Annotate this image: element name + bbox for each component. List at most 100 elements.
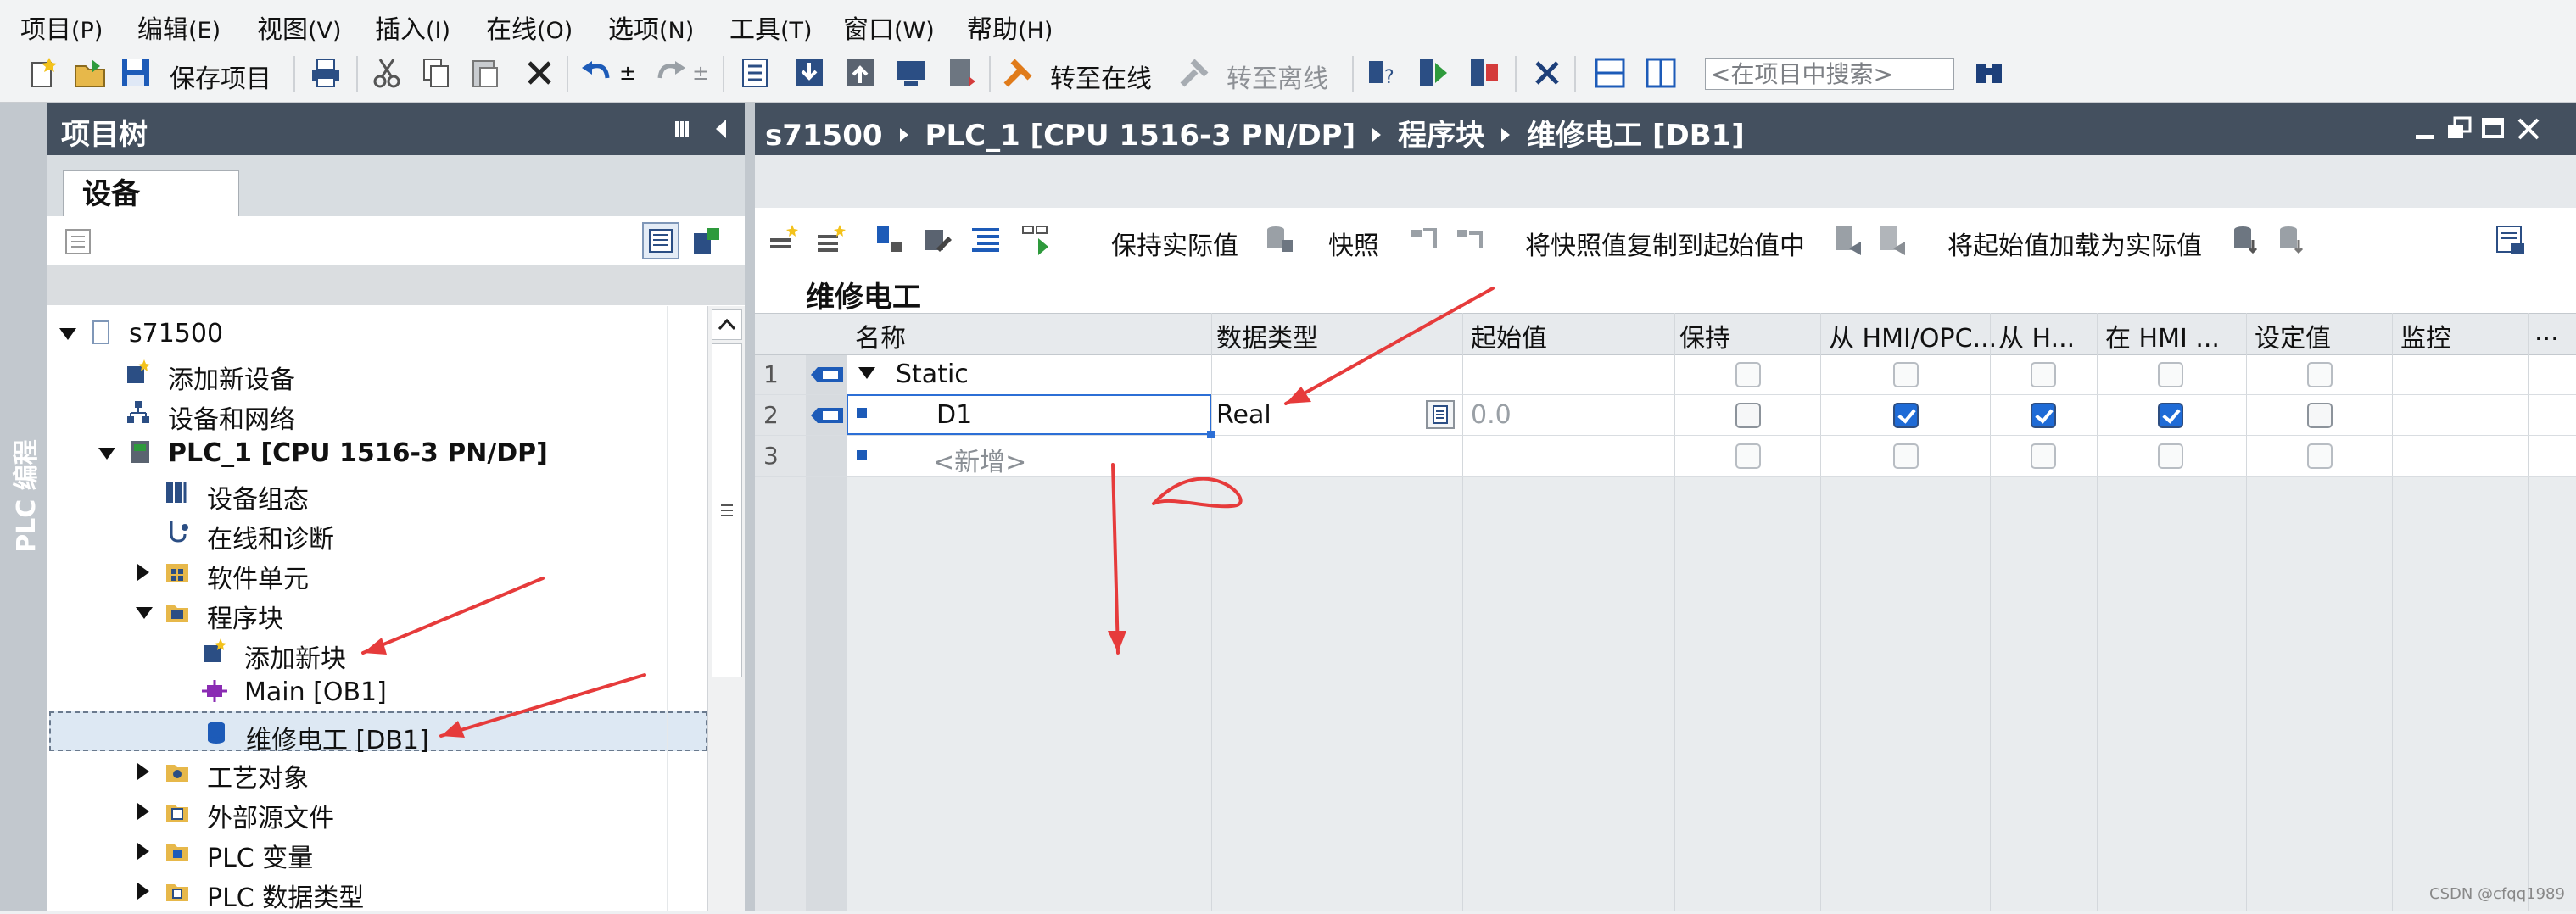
redo-icon[interactable] <box>653 56 687 90</box>
menu-window[interactable]: 窗口(W) <box>843 8 935 46</box>
breadcrumb-program-blocks[interactable]: 程序块 <box>1398 119 1484 153</box>
split-horizontal-icon[interactable] <box>1593 56 1627 90</box>
copy-snapshot-to-start-button[interactable]: 将快照值复制到起始值中 <box>1525 225 1805 262</box>
start-cpu-icon[interactable] <box>945 56 979 90</box>
compile-icon[interactable] <box>738 56 772 90</box>
snapshot-to-start-icon[interactable] <box>1408 223 1442 257</box>
plc-programming-tab[interactable]: PLC 编程 <box>0 425 47 560</box>
collapse-panel-icon[interactable] <box>709 116 735 142</box>
add-row-icon[interactable] <box>814 223 848 257</box>
save-project-icon[interactable] <box>119 56 153 90</box>
insert-row-icon[interactable] <box>767 223 801 257</box>
col-header-datatype[interactable]: 数据类型 <box>1216 317 1318 354</box>
go-online-label[interactable]: 转至在线 <box>1050 58 1152 95</box>
overview-view-icon[interactable] <box>641 221 680 260</box>
checkbox-writable-hmi[interactable] <box>2031 403 2056 428</box>
load-snapshot-icon[interactable] <box>1832 223 1866 257</box>
tree-item-plc-datatypes[interactable]: PLC 数据类型 <box>47 871 707 913</box>
breadcrumb-plc[interactable]: PLC_1 [CPU 1516-3 PN/DP] <box>925 119 1356 153</box>
paste-icon[interactable] <box>468 56 502 90</box>
start-cpu-run-icon[interactable] <box>1417 56 1450 90</box>
table-row-static[interactable]: 1 Static <box>755 354 2576 395</box>
tree-item-plc-tags[interactable]: PLC 变量 <box>47 831 707 873</box>
undo-dropdown-icon[interactable]: ± <box>619 61 636 85</box>
new-project-icon[interactable] <box>25 56 59 90</box>
load-snapshot-alt-icon[interactable] <box>1876 223 1910 257</box>
maximize-icon[interactable] <box>2478 114 2507 143</box>
scroll-up-button[interactable] <box>712 309 742 340</box>
name-edit-box[interactable]: D1 <box>847 394 1215 438</box>
go-offline-label[interactable]: 转至离线 <box>1227 58 1328 95</box>
expand-arrow-icon[interactable] <box>137 883 149 900</box>
menu-tools[interactable]: 工具(T) <box>729 8 813 46</box>
go-online-icon[interactable] <box>1001 56 1035 90</box>
tree-options-icon[interactable] <box>61 225 95 259</box>
start-to-snapshot-icon[interactable] <box>1454 223 1488 257</box>
split-vertical-icon[interactable] <box>1644 56 1678 90</box>
monitor-all-icon[interactable] <box>1020 223 1053 257</box>
delete-icon[interactable] <box>522 56 556 90</box>
show-all-icon[interactable] <box>969 223 1003 257</box>
load-start-as-actual-button[interactable]: 将起始值加载为实际值 <box>1947 225 2202 262</box>
expand-arrow-icon[interactable] <box>137 763 149 780</box>
open-project-icon[interactable] <box>73 56 107 90</box>
datatype-picker-icon[interactable] <box>1425 399 1456 430</box>
minimize-icon[interactable] <box>2411 114 2439 143</box>
close-icon[interactable] <box>2514 114 2543 143</box>
upload-from-device-icon[interactable] <box>843 56 877 90</box>
snapshot-db-icon[interactable] <box>1262 223 1296 257</box>
col-header-visible-hmi[interactable]: 在 HMI ... <box>2105 317 2220 354</box>
download-to-device-icon[interactable] <box>792 56 826 90</box>
cell-datatype[interactable]: Real <box>1216 400 1271 430</box>
compact-mode-icon[interactable] <box>921 223 955 257</box>
col-header-accessible-hmi[interactable]: 从 HMI/OPC... <box>1829 317 1997 354</box>
col-header-name[interactable]: 名称 <box>855 317 906 354</box>
load-actual-alt-icon[interactable] <box>2275 223 2309 257</box>
checkbox-accessible-hmi[interactable] <box>1893 403 1919 428</box>
table-row-d1[interactable]: 2 D1 Real 0.0 <box>755 394 2576 438</box>
block-properties-icon[interactable] <box>2494 223 2528 257</box>
col-header-monitor[interactable]: 监控 <box>2400 317 2451 354</box>
tree-item-main-ob1[interactable]: Main [OB1] <box>47 672 707 711</box>
start-simulation-icon[interactable] <box>894 56 928 90</box>
redo-dropdown-icon[interactable]: ± <box>692 61 709 85</box>
snapshot-button[interactable]: 快照 <box>1328 225 1379 262</box>
tree-item-technology-objects[interactable]: 工艺对象 <box>47 751 707 794</box>
checkbox-setpoint[interactable] <box>2307 403 2333 428</box>
cell-start-value[interactable]: 0.0 <box>1471 400 1512 430</box>
expand-arrow-icon[interactable] <box>137 803 149 820</box>
menu-view[interactable]: 视图(V) <box>257 8 342 46</box>
go-offline-icon[interactable] <box>1177 56 1211 90</box>
tree-item-plc[interactable]: PLC_1 [CPU 1516-3 PN/DP] <box>47 432 707 472</box>
expand-arrow-icon[interactable] <box>137 564 149 581</box>
menu-project[interactable]: 项目(P) <box>20 8 103 46</box>
float-window-icon[interactable] <box>2445 114 2473 143</box>
menu-online[interactable]: 在线(O) <box>486 8 573 46</box>
collapse-arrow-icon[interactable] <box>59 328 76 340</box>
expanded-mode-icon[interactable] <box>874 223 908 257</box>
tree-item-program-blocks[interactable]: 程序块 <box>47 592 707 634</box>
checkbox-visible-hmi[interactable] <box>2158 403 2183 428</box>
checkbox-retain[interactable] <box>1735 403 1761 428</box>
tree-item-devices-networks[interactable]: 设备和网络 <box>47 393 707 435</box>
tree-item-db1-selected[interactable]: 维修电工 [DB1] <box>49 711 707 755</box>
col-header-retain[interactable]: 保持 <box>1679 317 1730 354</box>
load-actual-icon[interactable] <box>2229 223 2263 257</box>
tree-item-add-device[interactable]: 添加新设备 <box>47 353 707 395</box>
cell-name-add-new[interactable]: <新增> <box>933 441 1026 478</box>
copy-icon[interactable] <box>419 56 453 90</box>
panel-splitter[interactable] <box>745 103 755 911</box>
keep-actual-values-button[interactable]: 保持实际值 <box>1111 225 1238 262</box>
menu-edit[interactable]: 编辑(E) <box>137 8 221 46</box>
save-project-label[interactable]: 保存项目 <box>170 58 271 95</box>
tree-item-online-diag[interactable]: 在线和诊断 <box>47 512 707 555</box>
collapse-arrow-icon[interactable] <box>136 607 153 619</box>
binoculars-icon[interactable] <box>1973 56 2007 90</box>
col-header-writable-hmi[interactable]: 从 H... <box>1998 317 2075 354</box>
project-search-input[interactable]: <在项目中搜索> <box>1705 58 1954 90</box>
tree-scrollbar[interactable] <box>707 306 746 911</box>
col-header-setpoint[interactable]: 设定值 <box>2255 317 2331 354</box>
cell-name[interactable]: Static <box>896 359 969 389</box>
tree-item-add-new-block[interactable]: 添加新块 <box>47 632 707 674</box>
undo-icon[interactable] <box>580 56 614 90</box>
